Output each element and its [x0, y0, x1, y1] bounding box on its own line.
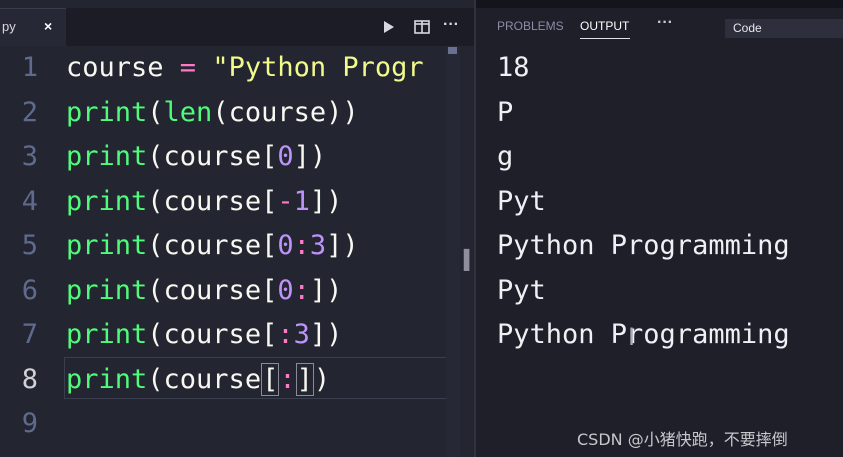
code-token: 0 — [277, 141, 294, 172]
code-token: print — [66, 363, 148, 395]
tab-problems[interactable]: PROBLEMS — [497, 19, 564, 33]
code-token: ]) — [293, 141, 327, 172]
code-token: (course[ — [147, 230, 278, 261]
active-tab-indicator — [580, 38, 630, 39]
code-token: print — [66, 185, 148, 217]
code-text: print(course[:3]) — [66, 319, 342, 350]
code-line[interactable]: 8 print(course[:]) — [0, 358, 460, 402]
code-token: (course)) — [212, 96, 359, 128]
output-line: Python Programming — [497, 319, 790, 350]
code-token: 1 — [293, 185, 310, 217]
line-number: 3 — [21, 141, 38, 172]
code-text: print(course[0]) — [66, 141, 326, 172]
code-line[interactable]: 7 print(course[:3]) — [0, 313, 460, 357]
code-line[interactable]: 5 print(course[0:3]) — [0, 224, 460, 268]
code-token: - — [277, 185, 294, 217]
code-token: ( — [147, 96, 164, 128]
code-token: (course[ — [147, 319, 278, 350]
code-token: "Python Progr — [196, 52, 424, 83]
output-line: P — [497, 96, 514, 128]
code-token: : — [293, 274, 310, 306]
code-token: = — [179, 52, 197, 83]
watermark: CSDN @小猪快跑，不要摔倒 — [577, 430, 788, 449]
code-token: (course — [147, 363, 262, 395]
code-text: print(course[:]) — [66, 362, 331, 396]
code-line[interactable]: 4 print(course[-1]) — [0, 180, 460, 224]
editor-tab[interactable]: py × — [0, 8, 66, 46]
code-line[interactable]: 3 print(course[0]) — [0, 135, 460, 179]
code-token: course — [66, 52, 180, 83]
code-token: [ — [261, 362, 280, 396]
code-token: ]) — [309, 319, 343, 350]
line-number: 5 — [21, 230, 38, 261]
code-line[interactable]: 1 course = "Python Progr — [0, 46, 460, 90]
mouse-ibeam-icon: I — [461, 244, 473, 279]
code-line[interactable]: 9 — [0, 402, 460, 446]
text-cursor-icon: I — [628, 323, 636, 351]
code-token: 0 — [277, 230, 294, 261]
code-text: print(len(course)) — [66, 97, 359, 128]
output-line: g — [497, 141, 514, 172]
code-token: print — [66, 141, 148, 172]
line-number: 2 — [21, 96, 38, 128]
code-token: 0 — [277, 274, 294, 306]
code-token: len — [163, 96, 213, 128]
code-token: ]) — [326, 230, 359, 261]
line-number: 4 — [21, 185, 38, 217]
line-number: 7 — [21, 319, 38, 350]
code-token: (course[ — [147, 141, 278, 172]
line-number: 6 — [21, 274, 38, 306]
code-text: course = "Python Progr — [66, 52, 424, 83]
code-editor[interactable]: 1 course = "Python Progr 2 print(len(course… — [0, 46, 460, 457]
output-line: Pyt — [497, 185, 546, 217]
code-token: : — [277, 319, 294, 350]
code-token: (course[ — [147, 185, 278, 217]
code-token: : — [293, 230, 310, 261]
output-panel: PROBLEMS OUTPUT ··· Code 18 Pg Pyt Python P… — [476, 8, 843, 457]
line-number: 1 — [21, 52, 38, 83]
code-line[interactable]: 2 print(len(course)) — [0, 91, 460, 135]
output-line: Pyt — [497, 274, 546, 306]
code-token: 3 — [293, 319, 310, 350]
code-token: : — [279, 363, 296, 395]
minimap-slider[interactable] — [448, 47, 457, 54]
code-token: ]) — [309, 274, 343, 306]
code-token: print — [66, 96, 148, 128]
code-token: print — [66, 230, 148, 261]
split-editor-icon[interactable] — [409, 14, 435, 40]
tab-filename: py — [2, 19, 16, 34]
code-token: ) — [313, 363, 331, 395]
tab-output[interactable]: OUTPUT — [580, 19, 629, 33]
code-text: print(course[-1]) — [66, 186, 342, 217]
play-icon[interactable] — [375, 14, 401, 40]
editor-tab-bar: py × ··· — [0, 8, 475, 46]
code-token: print — [66, 319, 148, 350]
code-token: ] — [295, 362, 314, 396]
code-text: print(course[0:]) — [66, 275, 342, 306]
panel-more-icon[interactable]: ··· — [657, 14, 673, 32]
line-number: 9 — [21, 408, 38, 439]
editor-pane: py × ··· 1 course = "Python Progr 2 print(l… — [0, 0, 475, 457]
line-number: 8 — [21, 363, 38, 395]
code-token: (course[ — [147, 274, 278, 306]
code-text: print(course[0:3]) — [66, 230, 359, 261]
output-line: Python Programming — [497, 230, 790, 261]
code-token: 3 — [309, 230, 327, 261]
more-icon[interactable]: ··· — [443, 14, 469, 40]
close-icon[interactable]: × — [44, 18, 52, 34]
code-token: ]) — [309, 185, 343, 217]
code-token: print — [66, 274, 148, 306]
output-channel-select[interactable]: Code — [725, 19, 843, 38]
output-line: 18 — [497, 52, 530, 83]
minimap[interactable] — [446, 46, 460, 457]
code-line[interactable]: 6 print(course[0:]) — [0, 269, 460, 313]
